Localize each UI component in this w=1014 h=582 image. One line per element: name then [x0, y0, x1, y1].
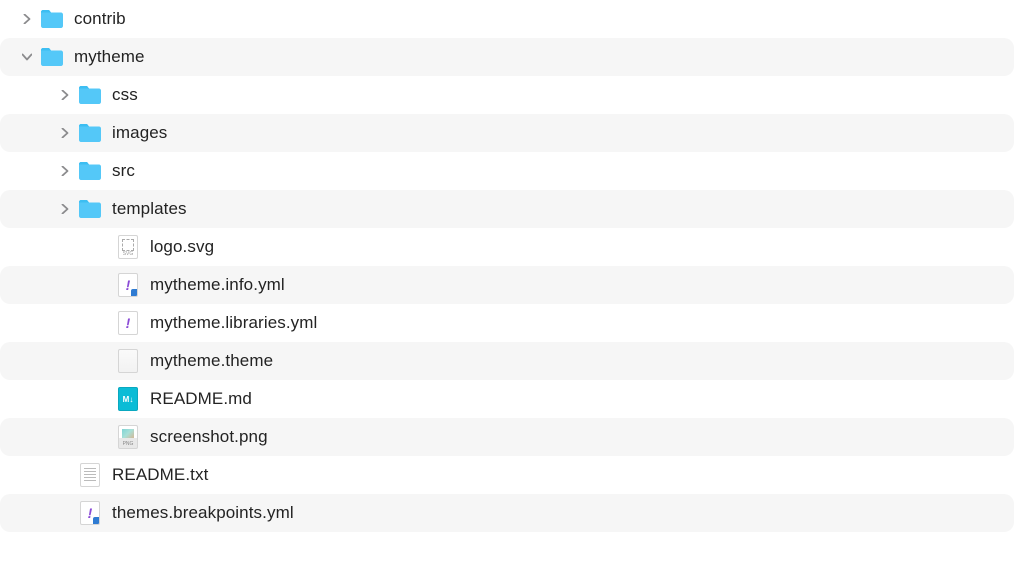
tree-row[interactable]: images	[0, 114, 1014, 152]
yml-file-icon: !	[116, 273, 140, 297]
yml-file-icon: !	[116, 311, 140, 335]
tree-item-label: screenshot.png	[150, 427, 268, 447]
chevron-right-icon[interactable]	[18, 10, 36, 28]
tree-row[interactable]: mytheme	[0, 38, 1014, 76]
folder-icon	[78, 83, 102, 107]
tree-row[interactable]: src	[0, 152, 1014, 190]
folder-icon	[78, 121, 102, 145]
tree-row[interactable]: ! mytheme.libraries.yml	[0, 304, 1014, 342]
tree-item-label: themes.breakpoints.yml	[112, 503, 294, 523]
svg-file-icon	[116, 235, 140, 259]
chevron-right-icon[interactable]	[56, 124, 74, 142]
tree-row[interactable]: logo.svg	[0, 228, 1014, 266]
tree-row[interactable]: css	[0, 76, 1014, 114]
tree-item-label: images	[112, 123, 167, 143]
folder-icon	[40, 45, 64, 69]
png-file-icon	[116, 425, 140, 449]
tree-item-label: css	[112, 85, 138, 105]
tree-row[interactable]: contrib	[0, 0, 1014, 38]
tree-item-label: README.txt	[112, 465, 208, 485]
chevron-down-icon[interactable]	[18, 48, 36, 66]
chevron-right-icon[interactable]	[56, 86, 74, 104]
tree-row[interactable]: mytheme.theme	[0, 342, 1014, 380]
markdown-file-icon: M↓	[116, 387, 140, 411]
yml-file-icon: !	[78, 501, 102, 525]
tree-item-label: contrib	[74, 9, 126, 29]
folder-icon	[78, 197, 102, 221]
chevron-right-icon[interactable]	[56, 162, 74, 180]
txt-file-icon	[78, 463, 102, 487]
tree-item-label: mytheme	[74, 47, 145, 67]
tree-row[interactable]: ! themes.breakpoints.yml	[0, 494, 1014, 532]
tree-row[interactable]: ! mytheme.info.yml	[0, 266, 1014, 304]
tree-item-label: mytheme.info.yml	[150, 275, 285, 295]
tree-item-label: mytheme.libraries.yml	[150, 313, 317, 333]
tree-row[interactable]: README.txt	[0, 456, 1014, 494]
tree-item-label: README.md	[150, 389, 252, 409]
tree-row[interactable]: screenshot.png	[0, 418, 1014, 456]
folder-icon	[78, 159, 102, 183]
folder-icon	[40, 7, 64, 31]
tree-item-label: logo.svg	[150, 237, 214, 257]
file-tree: contrib mytheme css images	[0, 0, 1014, 532]
tree-item-label: mytheme.theme	[150, 351, 273, 371]
chevron-right-icon[interactable]	[56, 200, 74, 218]
tree-row[interactable]: M↓ README.md	[0, 380, 1014, 418]
tree-item-label: src	[112, 161, 135, 181]
generic-file-icon	[116, 349, 140, 373]
tree-row[interactable]: templates	[0, 190, 1014, 228]
tree-item-label: templates	[112, 199, 187, 219]
